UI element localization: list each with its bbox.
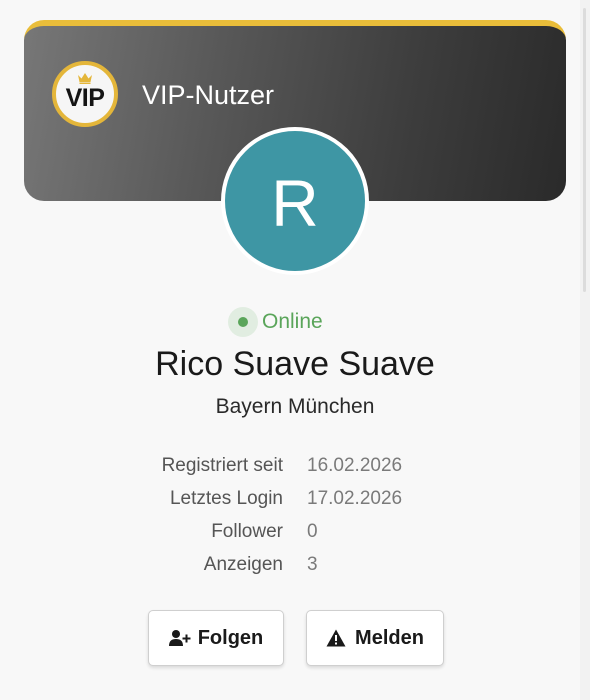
follow-button-label: Folgen	[197, 626, 264, 649]
online-status-label: Online	[262, 310, 323, 333]
info-row-listings: Anzeigen 3	[24, 552, 566, 578]
report-button[interactable]: Melden	[306, 610, 444, 666]
info-value: 17.02.2026	[307, 488, 403, 509]
online-dot	[238, 317, 248, 327]
scrollbar-thumb[interactable]	[583, 8, 586, 292]
info-value: 3	[307, 554, 318, 575]
profile-page: VIP VIP-Nutzer R Online Rico Suave Suave…	[0, 0, 590, 700]
user-plus-icon	[168, 628, 191, 648]
user-name: Rico Suave Suave	[155, 345, 435, 383]
vip-badge: VIP	[52, 61, 118, 127]
info-row-follower: Follower 0	[24, 519, 566, 545]
info-value: 0	[307, 521, 318, 542]
vip-badge-text: VIP	[65, 84, 105, 112]
crown-icon	[78, 73, 92, 84]
report-button-label: Melden	[355, 626, 424, 649]
info-row-registered: Registriert seit 16.02.2026	[24, 453, 566, 479]
follow-button[interactable]: Folgen	[148, 610, 284, 666]
vip-title: VIP-Nutzer	[142, 80, 275, 110]
info-label: Letztes Login	[169, 488, 283, 509]
user-location: Bayern München	[215, 395, 375, 418]
info-row-last-login: Letztes Login 17.02.2026	[24, 486, 566, 512]
warning-triangle-icon	[326, 628, 348, 648]
online-status: Online	[228, 307, 323, 337]
info-label: Registriert seit	[161, 455, 283, 476]
info-label: Anzeigen	[203, 554, 283, 575]
avatar-initial: R	[271, 166, 319, 240]
info-label: Follower	[211, 521, 283, 542]
profile-card: VIP VIP-Nutzer R Online Rico Suave Suave…	[24, 20, 566, 680]
info-value: 16.02.2026	[307, 455, 403, 476]
online-status-icon	[228, 307, 258, 337]
avatar: R	[221, 127, 369, 275]
